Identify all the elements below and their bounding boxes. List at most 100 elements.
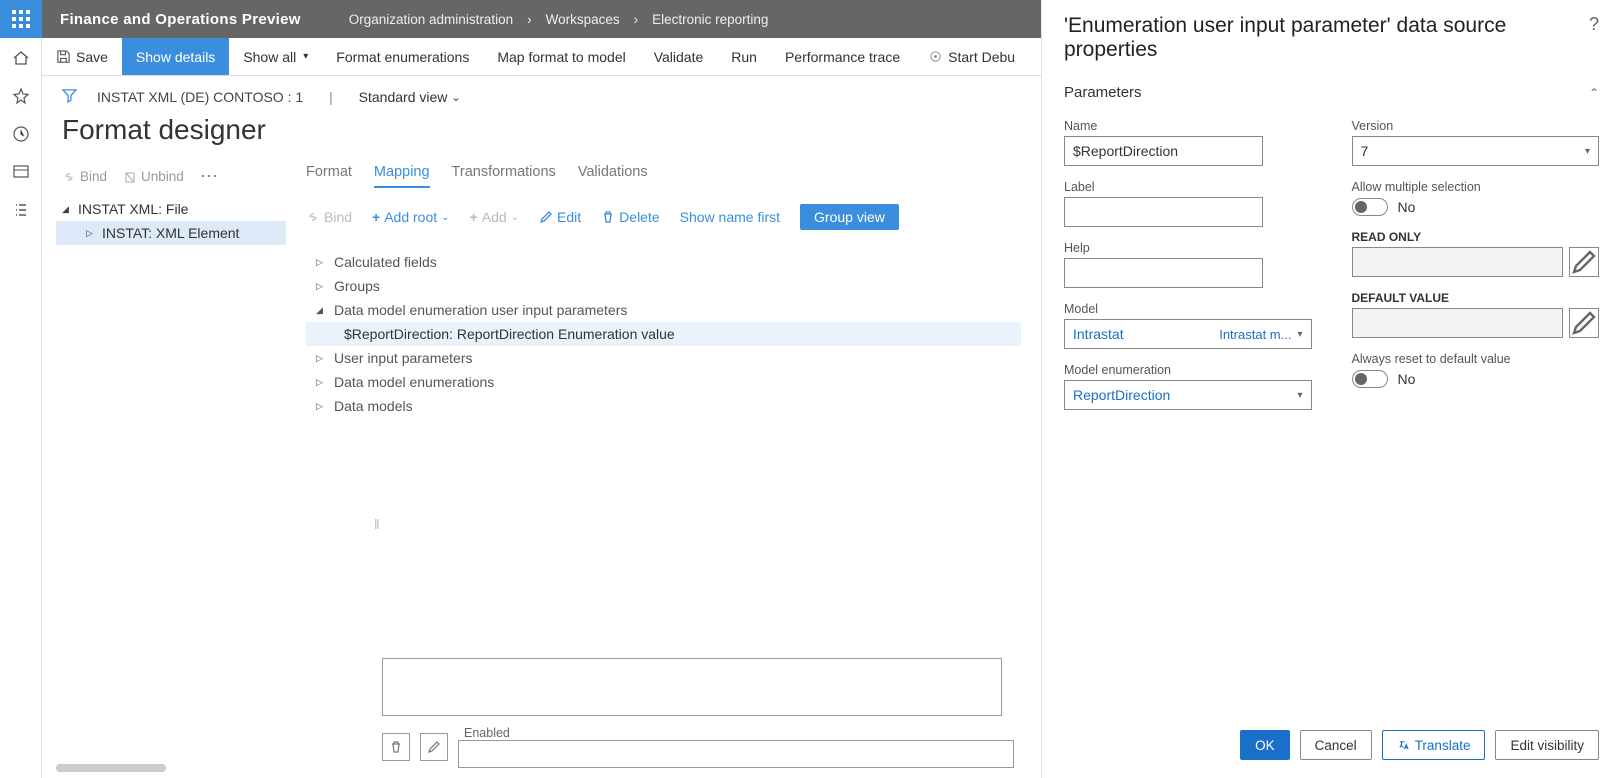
delete-icon-button[interactable]	[382, 733, 410, 761]
allow-multiple-toggle[interactable]	[1352, 198, 1388, 216]
tree-item-root[interactable]: ◢ INSTAT XML: File	[56, 197, 286, 221]
show-details-button[interactable]: Show details	[122, 38, 229, 75]
start-debug-label: Start Debu	[948, 49, 1015, 65]
splitter-handle[interactable]: ‖	[374, 516, 380, 532]
tree-item[interactable]: ▷Calculated fields	[306, 250, 1021, 274]
chevron-down-icon: ⌄	[451, 91, 460, 104]
tree-item-label: Data model enumeration user input parame…	[334, 302, 627, 318]
show-all-button[interactable]: Show all ▾	[229, 38, 322, 75]
expand-icon[interactable]: ▷	[316, 401, 326, 412]
tree-item[interactable]: ▷Data model enumerations	[306, 370, 1021, 394]
tree-item-child[interactable]: ▷ INSTAT: XML Element	[56, 221, 286, 245]
edit-visibility-button[interactable]: Edit visibility	[1495, 730, 1599, 760]
edit-icon-button[interactable]	[420, 733, 448, 761]
enabled-label: Enabled	[464, 726, 1014, 740]
filter-icon[interactable]	[62, 88, 77, 106]
delete-button[interactable]: Delete	[601, 209, 659, 225]
clock-icon[interactable]	[11, 124, 31, 144]
main-area: INSTAT XML (DE) CONTOSO : 1 | Standard v…	[42, 76, 1041, 778]
expand-icon[interactable]: ▷	[316, 257, 326, 268]
tree-item[interactable]: ◢ Data model enumeration user input param…	[306, 298, 1021, 322]
run-button[interactable]: Run	[717, 38, 771, 75]
model-enum-select[interactable]: ReportDirection ▾	[1064, 380, 1312, 410]
tree-item[interactable]: ▷Data models	[306, 394, 1021, 418]
more-icon[interactable]: ⋯	[200, 166, 220, 187]
reset-toggle[interactable]	[1352, 370, 1388, 388]
chevron-down-icon: ▾	[1297, 390, 1302, 401]
view-label: Standard view	[359, 89, 448, 105]
collapse-icon[interactable]: ◢	[316, 305, 326, 316]
tab-format[interactable]: Format	[306, 164, 352, 188]
add-root-button[interactable]: +Add root⌄	[372, 209, 450, 225]
label-label: Label	[1064, 180, 1312, 194]
version-select[interactable]: 7 ▾	[1352, 136, 1600, 166]
expand-icon[interactable]: ▷	[86, 228, 96, 239]
tree-item-selected[interactable]: $ReportDirection: ReportDirection Enumer…	[306, 322, 1021, 346]
model-select[interactable]: Intrastat Intrastat m...▾	[1064, 319, 1312, 349]
separator: |	[329, 90, 333, 105]
scrollbar-thumb[interactable]	[56, 764, 166, 772]
star-icon[interactable]	[11, 86, 31, 106]
expand-icon[interactable]: ▷	[316, 353, 326, 364]
cancel-button[interactable]: Cancel	[1300, 730, 1372, 760]
edit-readonly-button[interactable]	[1569, 247, 1599, 277]
chevron-down-icon: ▾	[1297, 329, 1302, 340]
map-format-to-model-button[interactable]: Map format to model	[483, 38, 639, 75]
format-enumerations-button[interactable]: Format enumerations	[322, 38, 483, 75]
start-debug-button[interactable]: Start Debu	[914, 38, 1029, 75]
help-input[interactable]	[1064, 258, 1263, 288]
validate-button[interactable]: Validate	[640, 38, 718, 75]
save-button[interactable]: Save	[42, 38, 122, 75]
bind-button[interactable]: Bind	[306, 209, 352, 225]
add-button[interactable]: +Add⌄	[470, 209, 520, 225]
allow-multiple-label: Allow multiple selection	[1352, 180, 1600, 194]
help-label: Help	[1064, 241, 1312, 255]
workspace-icon[interactable]	[11, 162, 31, 182]
model-enum-label: Model enumeration	[1064, 363, 1312, 377]
name-label: Name	[1064, 119, 1312, 133]
ok-button[interactable]: OK	[1240, 730, 1290, 760]
group-view-button[interactable]: Group view	[800, 204, 899, 230]
breadcrumb-item[interactable]: Organization administration	[349, 12, 513, 27]
collapse-icon[interactable]: ◢	[62, 204, 72, 215]
tab-mapping[interactable]: Mapping	[374, 164, 430, 188]
tree-item-label: INSTAT: XML Element	[102, 225, 239, 241]
mapping-tree: ▷Calculated fields ▷ Groups ◢ Data model e…	[306, 240, 1021, 418]
app-launcher-icon[interactable]	[0, 0, 42, 38]
expand-icon[interactable]: ▷	[316, 377, 326, 388]
tree-item-label: Groups	[334, 278, 380, 294]
tab-validations[interactable]: Validations	[578, 164, 648, 188]
tree-item[interactable]: ▷ Groups	[306, 274, 1021, 298]
tree-item-label: User input parameters	[334, 350, 473, 366]
label-input[interactable]	[1064, 197, 1263, 227]
mapping-column: Format Mapping Transformations Validatio…	[286, 160, 1021, 740]
expression-input[interactable]	[382, 658, 1002, 716]
unbind-button[interactable]: Unbind	[123, 169, 184, 184]
edit-default-button[interactable]	[1569, 308, 1599, 338]
app-title: Finance and Operations Preview	[42, 11, 319, 28]
name-input[interactable]	[1064, 136, 1263, 166]
mapping-toolbar: Bind +Add root⌄ +Add⌄ Edit Delete Show n…	[306, 194, 1021, 240]
breadcrumb-item[interactable]: Electronic reporting	[652, 12, 768, 27]
enabled-input[interactable]	[458, 740, 1014, 768]
document-id: INSTAT XML (DE) CONTOSO : 1	[97, 89, 303, 105]
performance-trace-button[interactable]: Performance trace	[771, 38, 914, 75]
parameters-section-header[interactable]: Parameters ⌃	[1064, 84, 1599, 101]
bind-button[interactable]: Bind	[62, 169, 107, 184]
readonly-label: READ ONLY	[1352, 230, 1600, 244]
translate-button[interactable]: Translate	[1382, 730, 1486, 760]
properties-footer: OK Cancel Translate Edit visibility	[1064, 716, 1599, 778]
chevron-down-icon: ▾	[303, 51, 308, 62]
show-name-first-button[interactable]: Show name first	[680, 209, 780, 225]
edit-button[interactable]: Edit	[539, 209, 581, 225]
home-icon[interactable]	[11, 48, 31, 68]
list-icon[interactable]	[11, 200, 31, 220]
model-secondary: Intrastat m...	[1219, 327, 1291, 342]
help-icon[interactable]: ?	[1589, 14, 1599, 35]
tree-item[interactable]: ▷ User input parameters	[306, 346, 1021, 370]
breadcrumb-item[interactable]: Workspaces	[546, 12, 620, 27]
tree-item-label: INSTAT XML: File	[78, 201, 188, 217]
tab-transformations[interactable]: Transformations	[452, 164, 556, 188]
expand-icon[interactable]: ▷	[316, 281, 326, 292]
view-selector[interactable]: Standard view ⌄	[359, 89, 461, 105]
